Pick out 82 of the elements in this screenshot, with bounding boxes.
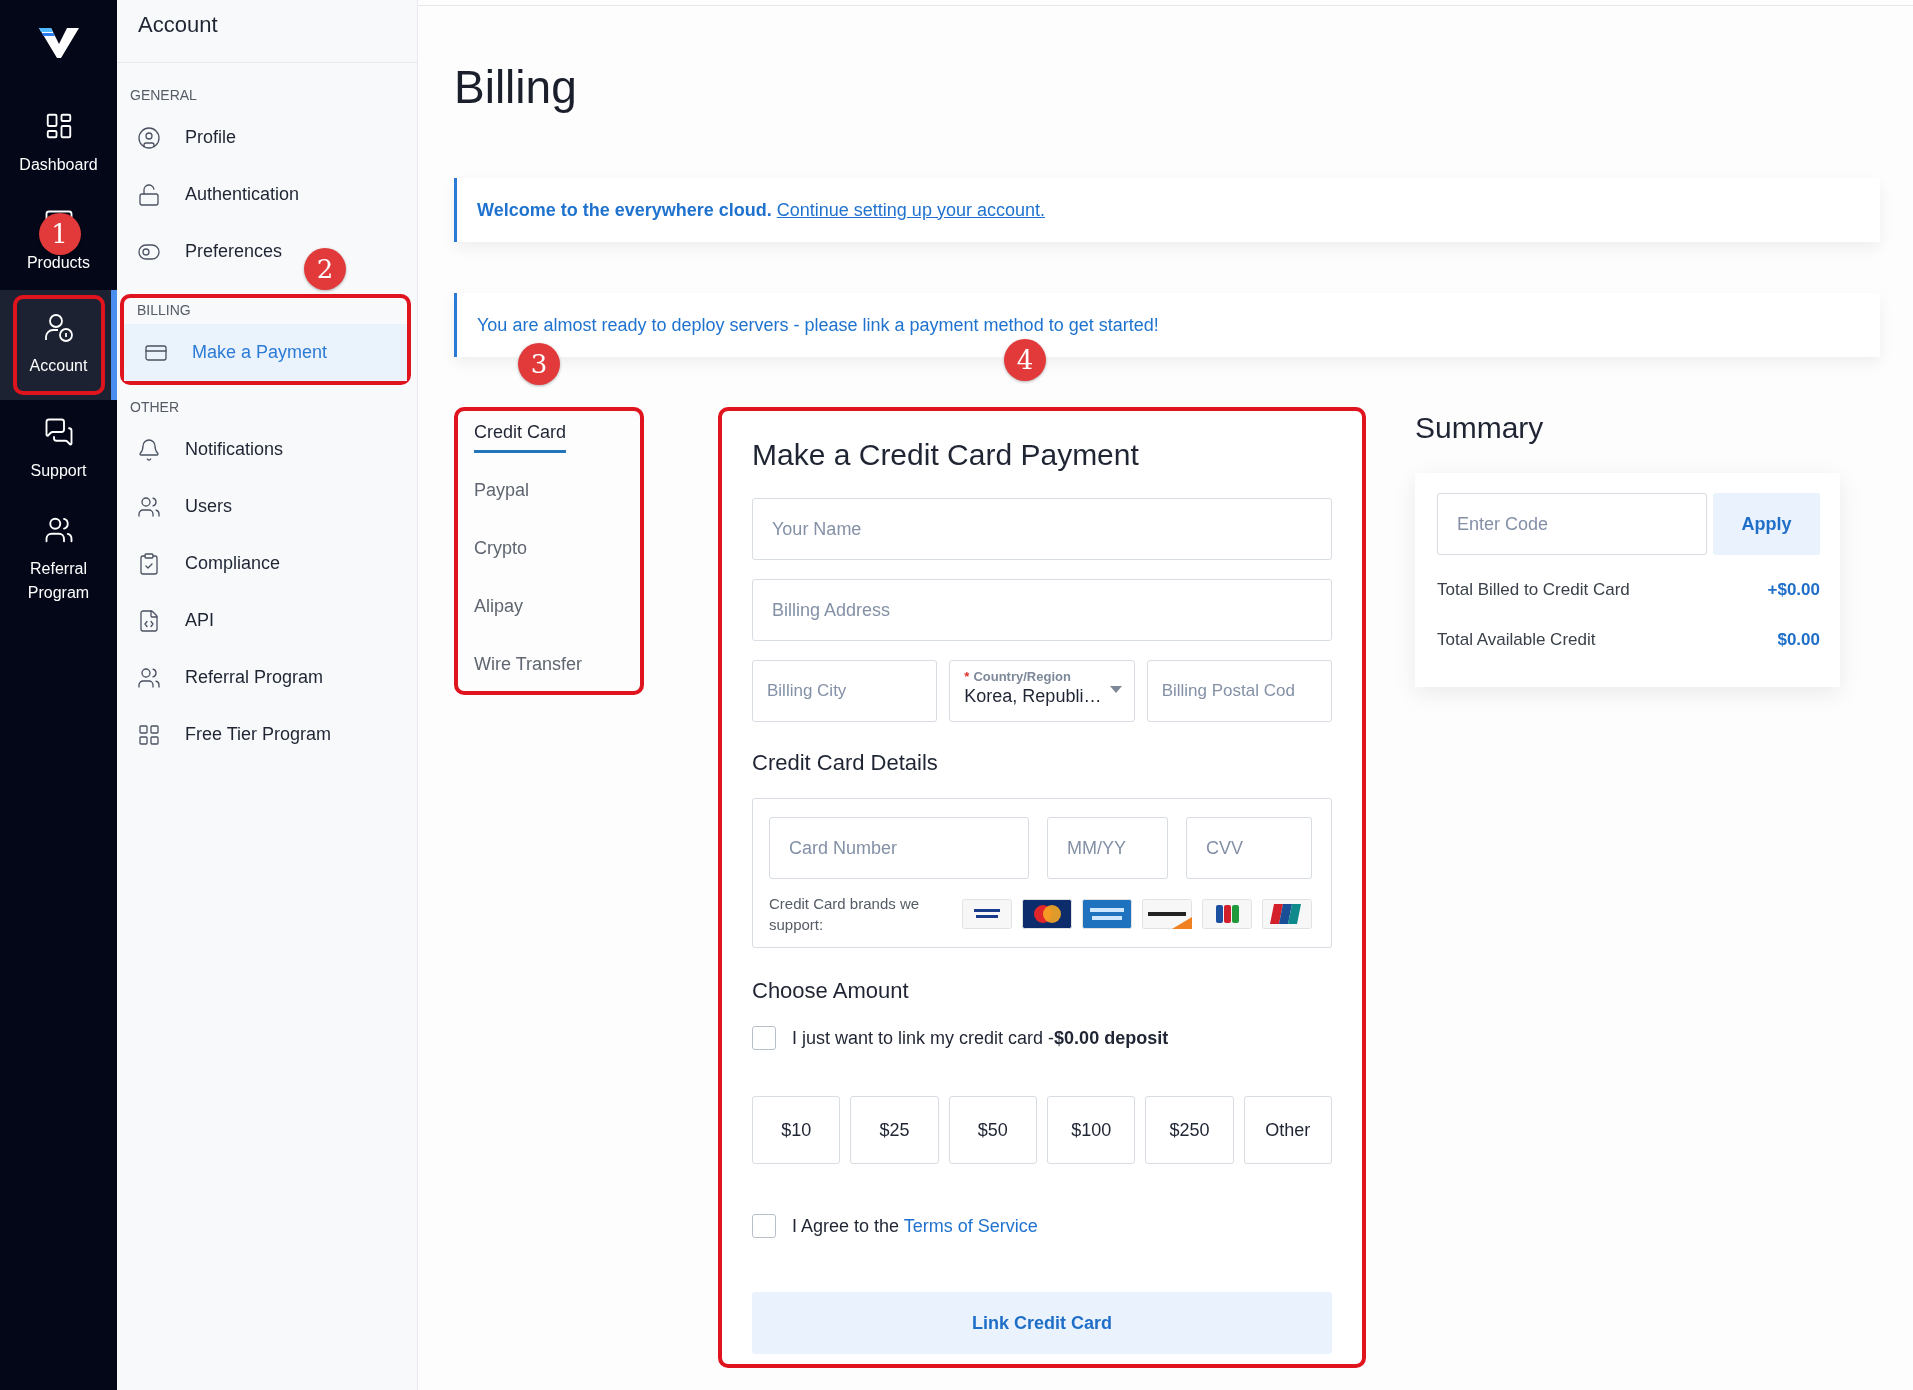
alert-text: You are almost ready to deploy servers - please link a payment method to get started!	[477, 314, 1159, 336]
input-field[interactable]: MM/YY	[1047, 817, 1168, 879]
nav-label: Referral Program	[26, 559, 91, 603]
input-field[interactable]: Your Name	[752, 498, 1332, 560]
menu-item[interactable]: Profile	[117, 109, 417, 166]
callout-number: 1	[38, 213, 81, 255]
input-field[interactable]: Card Number	[769, 817, 1029, 879]
nav-item[interactable]: Referral Program	[0, 500, 117, 620]
link[interactable]: Terms of Service	[903, 1215, 1038, 1236]
section-title: Credit Card Details	[752, 750, 939, 776]
users-icon	[43, 515, 74, 545]
section-heading: OTHER	[129, 399, 180, 415]
section-heading: BILLING	[136, 302, 192, 318]
menu-item[interactable]: Make a Payment	[124, 324, 407, 381]
checkbox[interactable]	[752, 1026, 776, 1050]
menu-item[interactable]: API	[117, 592, 417, 649]
checkbox-label: I just want to link my credit card -$0.00 deposit	[792, 1027, 1169, 1049]
user-icon	[137, 125, 161, 150]
alert-text: Welcome to the everywhere cloud. Continue setting up your account.	[477, 199, 1045, 221]
payment-method-tab[interactable]: Wire Transfer	[474, 643, 583, 685]
card-brand-logo	[1082, 899, 1132, 929]
card-brand-logo	[1142, 899, 1192, 929]
card-brand-logo	[1022, 899, 1072, 929]
input-field[interactable]: Billing Address	[752, 579, 1332, 641]
section-heading: GENERAL	[129, 87, 198, 103]
summary-title: Summary	[1415, 411, 1545, 445]
code-file-icon	[137, 608, 161, 633]
amount-button[interactable]: Other	[1243, 1096, 1332, 1164]
callout-number: 4	[1004, 339, 1046, 381]
amount-button[interactable]: $50	[948, 1096, 1037, 1164]
country-select[interactable]: * Country/Region Korea, Republi…	[949, 660, 1135, 722]
unlock-icon	[137, 182, 161, 207]
nav-item[interactable]: Support	[0, 400, 117, 500]
menu-item[interactable]: Compliance	[117, 535, 417, 592]
users-icon	[137, 665, 161, 690]
payment-method-tab[interactable]: Alipay	[474, 585, 524, 627]
caret-icon[interactable]	[1109, 686, 1122, 694]
clipboard-icon	[137, 551, 161, 576]
form-title: Make a Credit Card Payment	[752, 437, 1140, 473]
apply-button[interactable]: Apply	[1713, 493, 1820, 555]
payment-method-tab[interactable]: Crypto	[474, 527, 527, 569]
checkbox[interactable]	[752, 1214, 776, 1238]
input-field[interactable]: Billing Postal Cod	[1146, 660, 1332, 722]
nav-label: Account	[29, 356, 88, 376]
checkbox-label: I Agree to the Terms of Service	[792, 1215, 1038, 1237]
grid-icon	[137, 722, 161, 747]
menu-item[interactable]: Notifications	[117, 421, 417, 478]
menu-item[interactable]: Users	[117, 478, 417, 535]
panel-title: Account	[117, 0, 417, 63]
amount-button[interactable]: $100	[1047, 1096, 1136, 1164]
amount-button[interactable]: $250	[1145, 1096, 1234, 1164]
payment-method-tab[interactable]: Paypal	[474, 469, 530, 511]
menu-item[interactable]: Free Tier Program	[117, 706, 417, 763]
callout-number: 2	[304, 248, 346, 290]
amount-button[interactable]: $10	[752, 1096, 841, 1164]
menu-item[interactable]: Referral Program	[117, 649, 417, 706]
link[interactable]: Continue setting up your account.	[776, 199, 1045, 220]
nav-label: Dashboard	[19, 155, 98, 175]
section-title: Choose Amount	[752, 978, 910, 1004]
callout-number: 3	[518, 343, 560, 385]
input-field[interactable]: CVV	[1186, 817, 1312, 879]
summary-value: $0.00	[1777, 630, 1820, 650]
users-icon	[137, 494, 161, 519]
user-lock-icon	[42, 312, 75, 344]
brands-note: Credit Card brands we support:	[769, 894, 921, 935]
menu-item[interactable]: Authentication	[117, 166, 417, 223]
payment-method-tab[interactable]: Credit Card	[474, 411, 567, 453]
nav-label: Products	[26, 252, 91, 273]
nav-label: Support	[30, 461, 87, 481]
summary-label: Total Available Credit	[1437, 630, 1596, 650]
card-brand-logo	[1202, 899, 1252, 929]
input-field[interactable]: Billing City	[752, 660, 938, 722]
card-brand-logo	[962, 899, 1012, 929]
amount-button[interactable]: $25	[850, 1096, 939, 1164]
link-card-button[interactable]: Link Credit Card	[752, 1292, 1332, 1354]
nav-item[interactable]: Dashboard	[0, 95, 117, 193]
summary-label: Total Billed to Credit Card	[1437, 580, 1630, 600]
card-brand-logo	[1262, 899, 1312, 929]
chat-icon	[43, 417, 74, 447]
code-field[interactable]: Enter Code	[1437, 493, 1707, 555]
bell-icon	[137, 437, 161, 462]
summary-value: +$0.00	[1767, 580, 1820, 600]
